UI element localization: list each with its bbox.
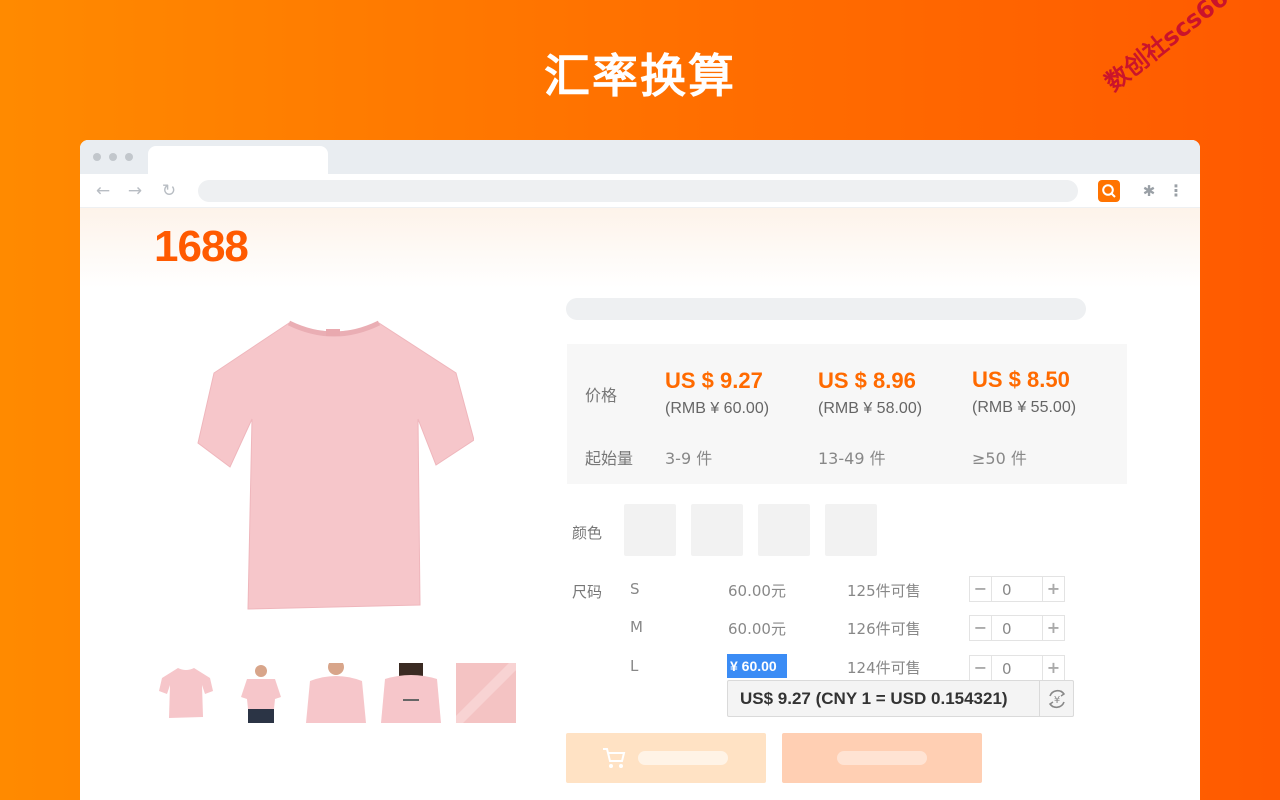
thumbnail-image[interactable] <box>231 663 291 723</box>
reload-icon[interactable]: ↻ <box>158 180 180 202</box>
price-tier-box: 价格 起始量 US $ 9.27 (RMB ¥ 60.00) 3-9 件 US … <box>567 344 1127 484</box>
tab-strip <box>80 140 1200 174</box>
arrow-right-icon[interactable]: → <box>124 180 146 202</box>
currency-converter-popup: US$ 9.27 (CNY 1 = USD 0.154321) ¥ <box>727 680 1074 717</box>
button-label-placeholder <box>638 751 728 765</box>
buy-now-button[interactable] <box>782 733 982 783</box>
minus-icon[interactable]: − <box>970 616 992 640</box>
button-label-placeholder <box>837 751 927 765</box>
tier-usd-price: US $ 8.96 <box>818 368 916 394</box>
size-label: 尺码 <box>572 581 602 602</box>
thumbnail-image[interactable] <box>381 663 441 723</box>
thumbnail-image[interactable] <box>456 663 516 723</box>
tier-moq: 3-9 件 <box>665 445 712 469</box>
color-swatch[interactable] <box>825 504 877 556</box>
quantity-stepper: − 0 + <box>969 615 1065 641</box>
color-swatch[interactable] <box>624 504 676 556</box>
plus-icon[interactable]: + <box>1042 616 1064 640</box>
window-dot-icon <box>93 153 101 161</box>
site-logo[interactable]: 1688 <box>154 222 248 272</box>
window-dot-icon <box>109 153 117 161</box>
size-stock: 126件可售 <box>847 618 921 639</box>
plus-icon[interactable]: + <box>1042 656 1064 680</box>
color-label: 颜色 <box>572 522 602 543</box>
product-main-image <box>194 315 474 615</box>
hero-title: 汇率换算 <box>0 40 1280 106</box>
plus-icon[interactable]: + <box>1042 577 1064 601</box>
quantity-value[interactable]: 0 <box>1002 660 1012 678</box>
quantity-stepper: − 0 + <box>969 576 1065 602</box>
tier-moq: ≥50 件 <box>972 445 1027 469</box>
search-icon[interactable] <box>1098 180 1120 202</box>
cart-icon <box>602 747 626 769</box>
tier-usd-price: US $ 9.27 <box>665 368 763 394</box>
size-name: L <box>630 657 638 675</box>
price-label: 价格 <box>585 382 617 406</box>
tier-moq: 13-49 件 <box>818 445 886 469</box>
tier-rmb-price: (RMB ¥ 55.00) <box>972 399 1076 417</box>
selected-price-text[interactable]: ¥ 60.00 <box>727 654 787 678</box>
tier-rmb-price: (RMB ¥ 58.00) <box>818 400 922 418</box>
site-header: 1688 <box>80 208 1200 288</box>
thumbnail-image[interactable] <box>306 663 366 723</box>
currency-exchange-icon[interactable]: ¥ <box>1039 681 1073 716</box>
color-swatch[interactable] <box>758 504 810 556</box>
conversion-result: US$ 9.27 (CNY 1 = USD 0.154321) <box>740 689 1008 709</box>
tier-usd-price: US $ 8.50 <box>972 367 1070 393</box>
size-price: 60.00元 <box>728 580 786 601</box>
quantity-value[interactable]: 0 <box>1002 620 1012 638</box>
tier-rmb-price: (RMB ¥ 60.00) <box>665 400 769 418</box>
quantity-stepper: − 0 + <box>969 655 1065 681</box>
kebab-menu-icon[interactable]: ⋮ <box>1168 180 1182 202</box>
size-price: 60.00元 <box>728 618 786 639</box>
window-dot-icon <box>125 153 133 161</box>
browser-tab[interactable] <box>148 146 328 174</box>
puzzle-icon[interactable]: ✱ <box>1138 180 1160 202</box>
size-name: M <box>630 618 643 636</box>
thumbnail-image[interactable] <box>156 663 216 723</box>
minus-icon[interactable]: − <box>970 577 992 601</box>
add-to-cart-button[interactable] <box>566 733 766 783</box>
minus-icon[interactable]: − <box>970 656 992 680</box>
size-stock: 124件可售 <box>847 657 921 678</box>
product-title-placeholder <box>566 298 1086 320</box>
address-bar[interactable] <box>198 180 1078 202</box>
moq-label: 起始量 <box>585 445 633 469</box>
size-stock: 125件可售 <box>847 580 921 601</box>
svg-text:¥: ¥ <box>1054 695 1060 706</box>
color-swatch[interactable] <box>691 504 743 556</box>
browser-window: ← → ↻ ✱ ⋮ 1688 <box>80 140 1200 800</box>
arrow-left-icon[interactable]: ← <box>92 180 114 202</box>
size-name: S <box>630 580 640 598</box>
quantity-value[interactable]: 0 <box>1002 581 1012 599</box>
nav-bar: ← → ↻ ✱ ⋮ <box>80 174 1200 208</box>
